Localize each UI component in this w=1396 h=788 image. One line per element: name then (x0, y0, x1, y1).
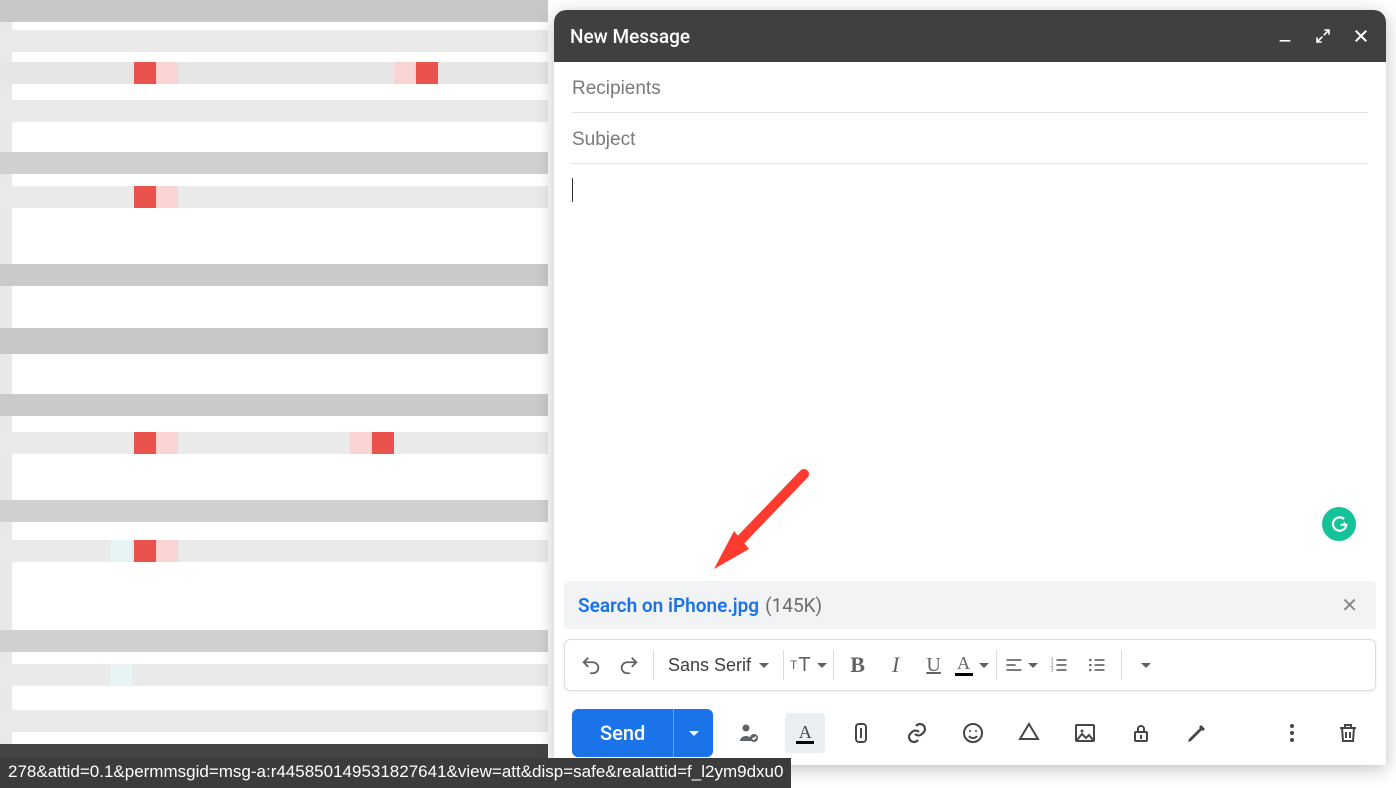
bold-icon[interactable]: B (840, 647, 876, 683)
more-formatting-icon[interactable] (1128, 647, 1164, 683)
text-color-icon[interactable]: A (954, 647, 990, 683)
inbox-background (0, 0, 548, 788)
confidential-mode-icon[interactable] (1121, 713, 1161, 753)
align-icon[interactable] (1003, 647, 1039, 683)
insert-link-icon[interactable] (897, 713, 937, 753)
undo-icon[interactable] (573, 647, 609, 683)
insert-photo-icon[interactable] (1065, 713, 1105, 753)
underline-icon[interactable]: U (916, 647, 952, 683)
annotation-arrow (694, 464, 814, 584)
send-button[interactable]: Send (572, 709, 713, 757)
subject-field[interactable] (572, 113, 1368, 164)
attachment-remove-icon[interactable]: ✕ (1337, 593, 1362, 617)
formatting-toolbar: Sans Serif TT B I U A 123 (564, 639, 1376, 691)
formatting-toggle-icon[interactable]: A (785, 713, 825, 753)
send-options-icon[interactable] (673, 709, 713, 757)
compose-window: New Message (554, 10, 1386, 765)
attach-file-icon[interactable] (841, 713, 881, 753)
attachment-name: Search on iPhone.jpg (578, 594, 759, 617)
compose-header: New Message (554, 10, 1386, 62)
close-icon[interactable] (1352, 27, 1370, 45)
minimize-icon[interactable] (1276, 27, 1294, 45)
fullscreen-icon[interactable] (1314, 27, 1332, 45)
discard-draft-icon[interactable] (1328, 713, 1368, 753)
more-options-icon[interactable] (1272, 713, 1312, 753)
recipients-input[interactable] (572, 78, 1368, 100)
ink-pen-icon[interactable] (1177, 713, 1217, 753)
subject-input[interactable] (572, 129, 1368, 151)
emoji-icon[interactable] (953, 713, 993, 753)
signature-icon[interactable] (729, 713, 769, 753)
drive-icon[interactable] (1009, 713, 1049, 753)
attachment-chip[interactable]: Search on iPhone.jpg (145K) ✕ (564, 581, 1376, 629)
font-family-select[interactable]: Sans Serif (660, 655, 777, 676)
numbered-list-icon[interactable]: 123 (1041, 647, 1077, 683)
font-size-icon[interactable]: TT (790, 647, 827, 683)
italic-icon[interactable]: I (878, 647, 914, 683)
compose-action-bar: Send A (554, 691, 1386, 765)
attachment-size: (145K) (765, 594, 822, 617)
browser-status-bar: 278&attid=0.1&permmsgid=msg-a:r445850149… (0, 758, 791, 788)
compose-body[interactable] (554, 164, 1386, 581)
compose-title: New Message (570, 25, 1276, 48)
bulleted-list-icon[interactable] (1079, 647, 1115, 683)
recipients-field[interactable] (572, 62, 1368, 113)
grammarly-icon[interactable] (1322, 507, 1356, 541)
svg-text:3: 3 (1050, 668, 1053, 674)
redo-icon[interactable] (611, 647, 647, 683)
